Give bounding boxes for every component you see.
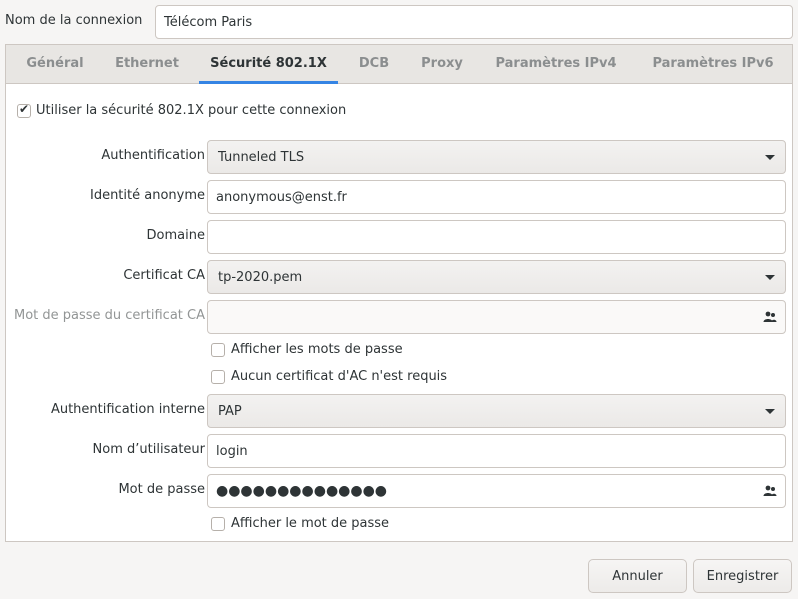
- tab-dcb[interactable]: DCB: [348, 45, 400, 83]
- ca-certificate-combobox[interactable]: tp-2020.pem: [207, 260, 786, 294]
- ca-password-label: Mot de passe du certificat CA: [13, 308, 205, 323]
- connection-name-label: Nom de la connexion: [5, 13, 143, 28]
- domain-label: Domaine: [146, 228, 205, 243]
- chevron-down-icon: [765, 274, 775, 280]
- ca-certificate-label: Certificat CA: [123, 268, 205, 283]
- chevron-down-icon: [765, 154, 775, 160]
- connection-name-input[interactable]: Télécom Paris: [155, 5, 793, 39]
- use-8021x-checkbox[interactable]: [17, 102, 31, 118]
- anonymous-identity-value: anonymous@enst.fr: [216, 189, 347, 205]
- show-password-checkbox[interactable]: [211, 517, 225, 531]
- tab-general[interactable]: Général: [16, 45, 94, 83]
- password-label: Mot de passe: [118, 482, 205, 497]
- tab-ethernet[interactable]: Ethernet: [106, 45, 188, 83]
- auth-combobox[interactable]: Tunneled TLS: [207, 140, 786, 174]
- username-label: Nom d’utilisateur: [92, 442, 205, 457]
- show-password-label: Afficher le mot de passe: [231, 516, 390, 531]
- people-icon[interactable]: [763, 311, 777, 323]
- save-button[interactable]: Enregistrer: [693, 559, 792, 593]
- password-value: ●●●●●●●●●●●●●●: [216, 483, 388, 499]
- no-ca-required-checkbox[interactable]: [211, 370, 225, 384]
- inner-auth-label: Authentification interne: [50, 402, 205, 417]
- ca-password-input[interactable]: [207, 300, 786, 334]
- chevron-down-icon: [765, 408, 775, 414]
- domain-input[interactable]: [207, 220, 786, 254]
- use-8021x-label: Utiliser la sécurité 802.1X pour cette c…: [36, 103, 347, 118]
- tab-ipv4[interactable]: Paramètres IPv4: [484, 45, 628, 83]
- anonymous-identity-input[interactable]: anonymous@enst.fr: [207, 180, 786, 214]
- tab-bar: Général Ethernet Sécurité 802.1X DCB Pro…: [6, 45, 792, 84]
- show-passwords-label: Afficher les mots de passe: [231, 342, 403, 357]
- password-input[interactable]: ●●●●●●●●●●●●●●: [207, 474, 786, 508]
- username-value: login: [216, 443, 248, 459]
- tab-proxy[interactable]: Proxy: [411, 45, 473, 83]
- inner-auth-combobox[interactable]: PAP: [207, 394, 786, 428]
- cancel-button[interactable]: Annuler: [588, 559, 687, 593]
- auth-value: Tunneled TLS: [218, 149, 305, 165]
- tab-ipv6[interactable]: Paramètres IPv6: [638, 45, 788, 83]
- tab-security-8021x[interactable]: Sécurité 802.1X: [199, 45, 338, 84]
- anonymous-identity-label: Identité anonyme: [89, 188, 205, 203]
- show-passwords-checkbox[interactable]: [211, 343, 225, 357]
- no-ca-required-label: Aucun certificat d'AC n'est requis: [231, 369, 448, 384]
- ca-certificate-value: tp-2020.pem: [218, 269, 303, 285]
- people-icon[interactable]: [763, 485, 777, 497]
- auth-label: Authentification: [101, 148, 205, 163]
- username-input[interactable]: login: [207, 434, 786, 468]
- connection-name-value: Télécom Paris: [164, 14, 253, 30]
- inner-auth-value: PAP: [218, 403, 242, 419]
